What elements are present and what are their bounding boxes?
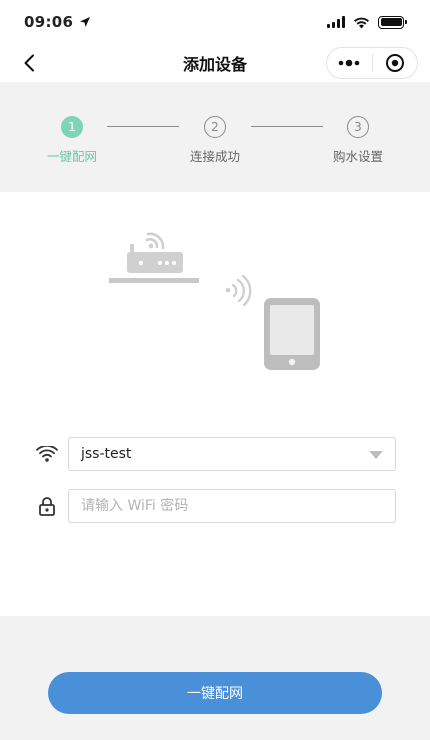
cellular-signal-icon [327,16,345,28]
one-click-config-button[interactable]: 一键配网 [48,672,382,714]
target-close-icon [385,54,404,72]
wifi-icon [32,439,62,469]
more-dots-icon [338,59,360,67]
location-arrow-icon [80,17,91,27]
network-illustration [0,192,430,422]
step-1: 1 一键配网 [22,116,122,165]
close-miniprogram-button[interactable] [372,48,417,78]
wifi-status-icon [354,17,369,28]
bottom-panel: 一键配网 [0,616,430,740]
status-indicators [327,15,407,29]
more-button[interactable] [327,48,372,78]
step-label: 一键配网 [46,149,97,164]
nav-bar: 添加设备 [0,44,430,82]
status-time: 09:06 [24,13,91,31]
signal-waves-icon [225,274,252,307]
step-number: 1 [61,116,83,138]
wifi-ssid-value: jss-test [81,446,132,462]
wifi-ssid-row: jss-test [32,436,398,472]
wifi-ssid-select[interactable]: jss-test [68,437,396,471]
lock-icon [32,491,62,521]
router-icon [109,232,199,283]
status-time-text: 09:06 [24,13,74,31]
phone-icon [264,298,320,370]
step-3: 3 购水设置 [308,116,408,165]
step-label: 连接成功 [189,149,240,164]
back-button[interactable] [16,50,42,76]
step-label: 购水设置 [332,149,383,164]
wifi-password-field[interactable] [68,489,396,523]
steps-panel: 1 一键配网 2 连接成功 3 购水设置 [0,82,430,192]
step-number: 2 [204,116,226,138]
status-bar: 09:06 [0,0,430,44]
wifi-password-input[interactable] [81,498,383,514]
chevron-left-icon [24,54,34,72]
wifi-password-row [32,488,398,524]
miniprogram-capsule [326,47,418,79]
step-number: 3 [347,116,369,138]
page-title: 添加设备 [182,55,247,74]
dropdown-arrow-icon [369,451,383,459]
step-2: 2 连接成功 [165,116,265,165]
router-phone-illustration [109,232,320,370]
battery-icon [378,15,407,29]
